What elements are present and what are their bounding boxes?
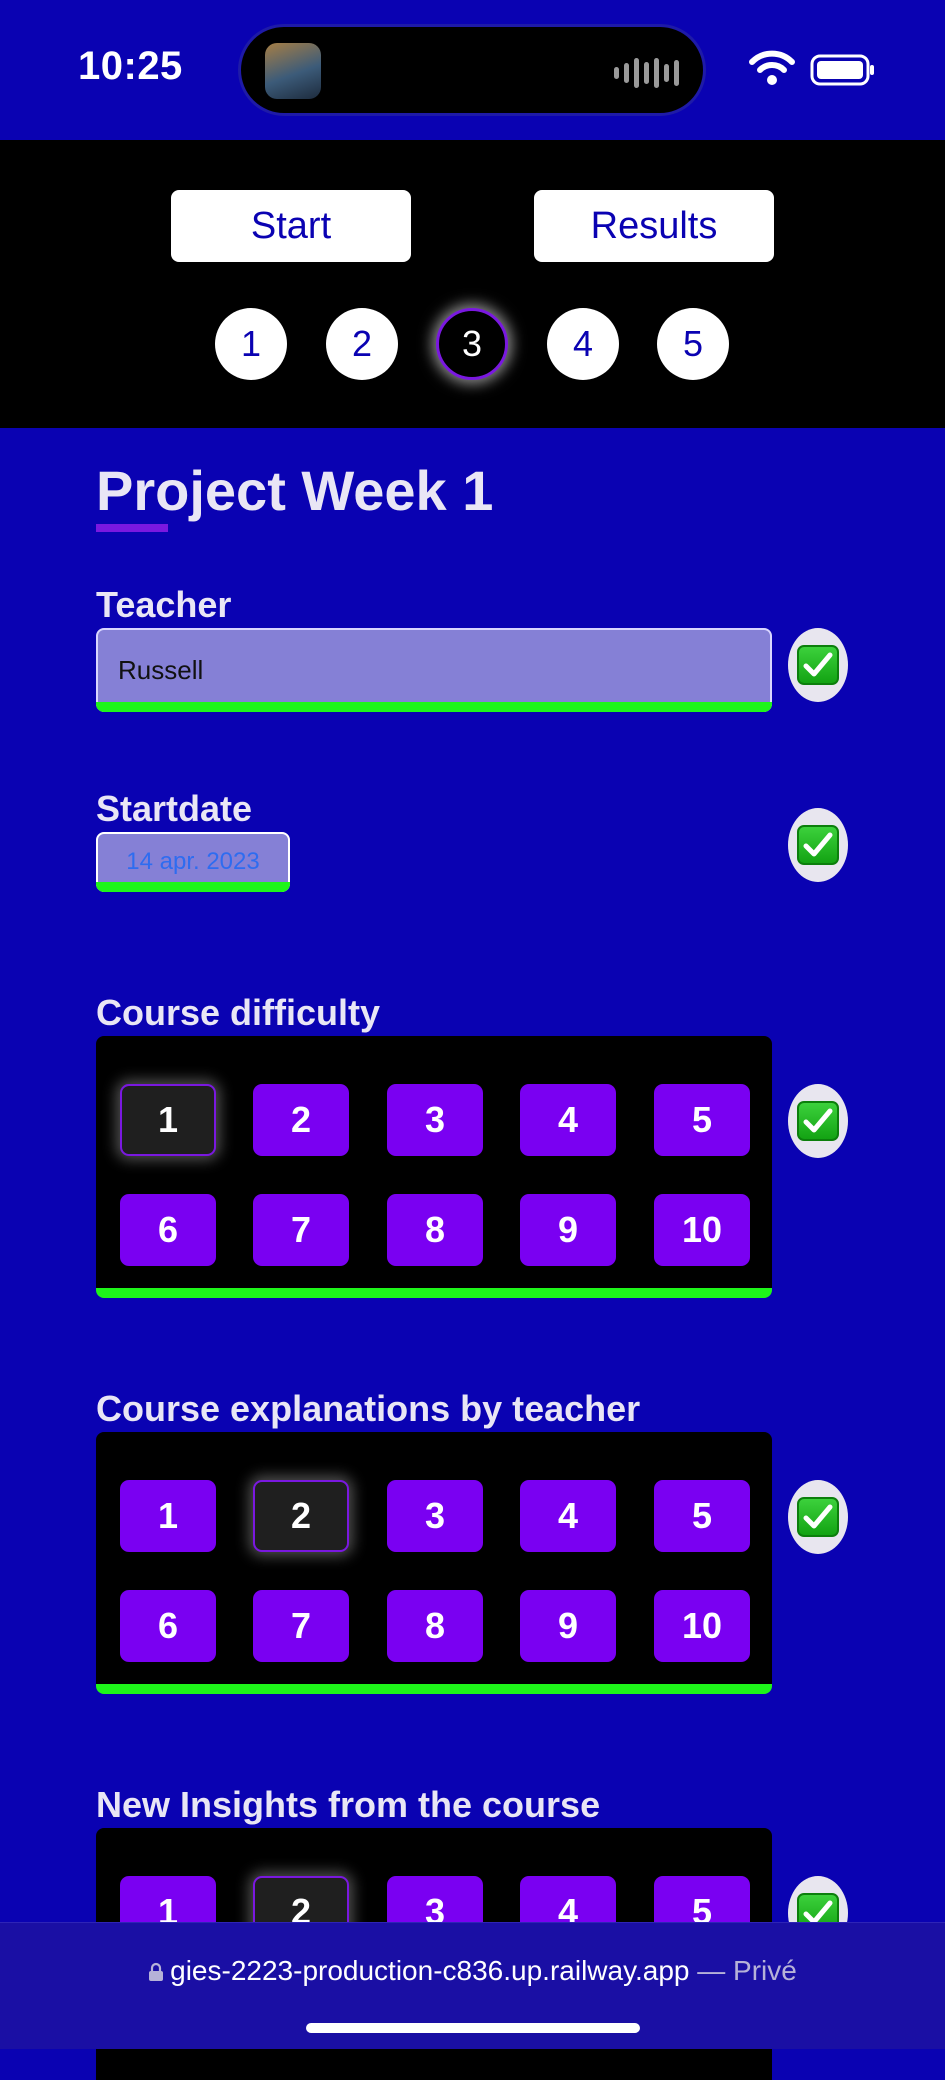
explanations-option-2[interactable]: 2 <box>253 1480 349 1552</box>
teacher-label: Teacher <box>96 584 232 625</box>
difficulty-option-4[interactable]: 4 <box>520 1084 616 1156</box>
course-explanations-check-mark-icon <box>788 1480 848 1554</box>
explanations-option-7[interactable]: 7 <box>253 1590 349 1662</box>
course-explanations-valid-bar <box>96 1684 772 1694</box>
difficulty-option-6[interactable]: 6 <box>120 1194 216 1266</box>
teacher-valid-bar <box>96 702 772 712</box>
difficulty-option-2[interactable]: 2 <box>253 1084 349 1156</box>
difficulty-option-10[interactable]: 10 <box>654 1194 750 1266</box>
status-time: 10:25 <box>78 44 183 88</box>
browser-address-bar[interactable]: gies-2223-production-c836.up.railway.app… <box>0 1922 945 2049</box>
wifi-icon <box>749 50 795 85</box>
course-explanations-rating: 1 2 3 4 5 6 7 8 9 10 <box>96 1432 772 1684</box>
now-playing-artwork <box>265 43 321 99</box>
startdate-valid-bar <box>96 882 290 892</box>
lock-icon <box>149 1962 164 1981</box>
explanations-option-10[interactable]: 10 <box>654 1590 750 1662</box>
audio-waveform-icon <box>614 55 679 91</box>
course-difficulty-rating: 1 2 3 4 5 6 7 8 9 10 <box>96 1036 772 1288</box>
teacher-input[interactable]: Russell <box>96 628 772 712</box>
explanations-option-6[interactable]: 6 <box>120 1590 216 1662</box>
course-difficulty-label: Course difficulty <box>96 992 381 1033</box>
difficulty-option-5[interactable]: 5 <box>654 1084 750 1156</box>
step-indicator: 1 2 3 4 5 <box>0 308 945 382</box>
difficulty-option-8[interactable]: 8 <box>387 1194 483 1266</box>
difficulty-option-1[interactable]: 1 <box>120 1084 216 1156</box>
battery-icon <box>810 54 874 86</box>
home-indicator[interactable] <box>306 2023 640 2033</box>
address-text[interactable]: gies-2223-production-c836.up.railway.app… <box>0 1955 945 1987</box>
step-5[interactable]: 5 <box>657 308 729 380</box>
step-1[interactable]: 1 <box>215 308 287 380</box>
url-label: gies-2223-production-c836.up.railway.app <box>170 1955 690 1986</box>
course-difficulty-valid-bar <box>96 1288 772 1298</box>
new-insights-label: New Insights from the course <box>96 1784 601 1825</box>
step-3-active[interactable]: 3 <box>436 308 508 380</box>
teacher-check-mark-icon <box>788 628 848 702</box>
dynamic-island <box>238 24 706 116</box>
explanations-option-1[interactable]: 1 <box>120 1480 216 1552</box>
course-explanations-label: Course explanations by teacher <box>96 1388 641 1429</box>
step-4[interactable]: 4 <box>547 308 619 380</box>
step-2[interactable]: 2 <box>326 308 398 380</box>
explanations-option-8[interactable]: 8 <box>387 1590 483 1662</box>
results-button[interactable]: Results <box>534 190 774 262</box>
explanations-option-3[interactable]: 3 <box>387 1480 483 1552</box>
difficulty-option-7[interactable]: 7 <box>253 1194 349 1266</box>
difficulty-option-3[interactable]: 3 <box>387 1084 483 1156</box>
start-button[interactable]: Start <box>171 190 411 262</box>
private-mode-label: — Privé <box>689 1955 797 1986</box>
title-underline <box>96 524 168 532</box>
explanations-option-9[interactable]: 9 <box>520 1590 616 1662</box>
page-title: Project Week 1 <box>96 459 494 522</box>
explanations-option-4[interactable]: 4 <box>520 1480 616 1552</box>
startdate-label: Startdate <box>96 788 253 829</box>
difficulty-option-9[interactable]: 9 <box>520 1194 616 1266</box>
course-difficulty-check-mark-icon <box>788 1084 848 1158</box>
top-navigation: Start Results 1 2 3 4 5 <box>0 140 945 428</box>
startdate-check-mark-icon <box>788 808 848 882</box>
explanations-option-5[interactable]: 5 <box>654 1480 750 1552</box>
status-bar: 10:25 <box>0 0 945 140</box>
